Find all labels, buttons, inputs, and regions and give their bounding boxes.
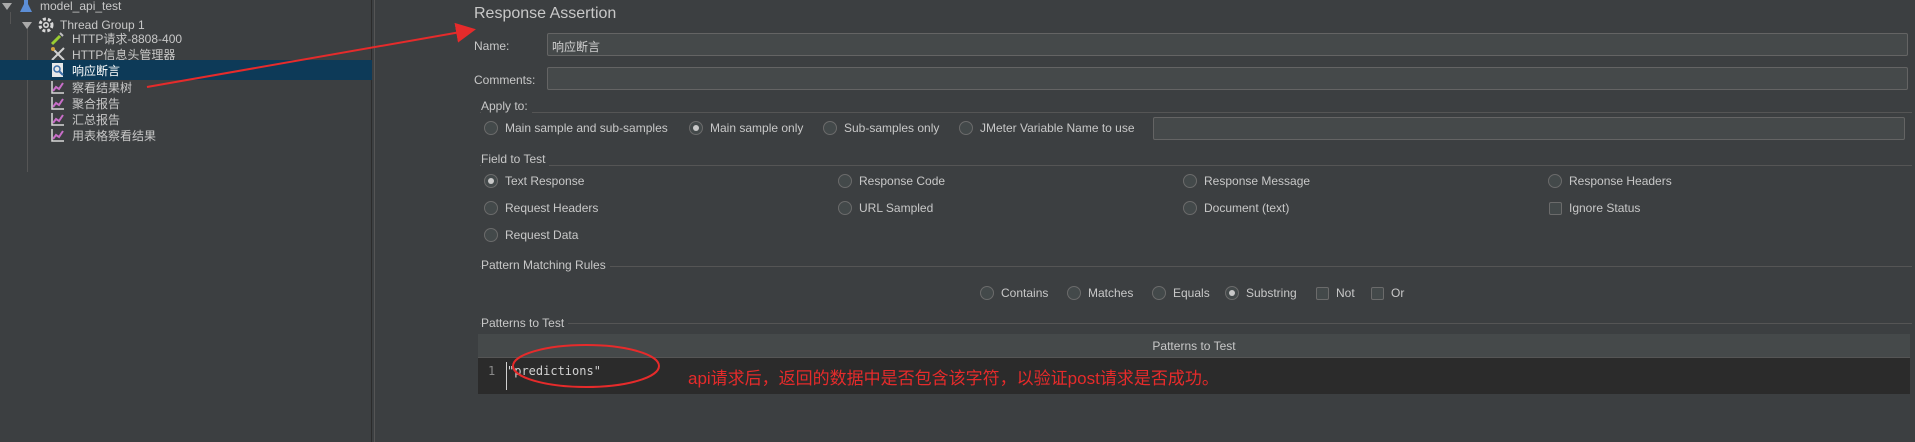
tree-item-model-api-test[interactable]: model_api_test <box>0 0 372 16</box>
page-title: Response Assertion <box>474 5 617 22</box>
pattern-rules-section <box>480 266 1912 267</box>
radio-contains[interactable]: Contains <box>980 286 1048 300</box>
tree-item-view-results-table[interactable]: 用表格察看结果 <box>0 125 372 145</box>
option-label: Substring <box>1246 286 1297 300</box>
name-label: Name: <box>474 39 510 53</box>
option-label: Request Data <box>505 228 579 242</box>
comments-field[interactable] <box>547 67 1908 90</box>
tree-item-label: model_api_test <box>40 0 122 13</box>
radio-button[interactable] <box>484 201 498 215</box>
pattern-rules-title: Pattern Matching Rules <box>481 258 610 272</box>
radio-button[interactable] <box>484 121 498 135</box>
radio-button[interactable] <box>484 228 498 242</box>
checkbox[interactable] <box>1371 286 1384 300</box>
option-label: Ignore Status <box>1569 201 1641 215</box>
radio-substring[interactable]: Substring <box>1225 286 1297 300</box>
ignore-status-checkbox[interactable]: Ignore Status <box>1549 201 1640 215</box>
patterns-title: Patterns to Test <box>481 316 569 330</box>
annotation-text: api请求后，返回的数据中是否包含该字符，以验证post请求是否成功。 <box>688 369 1219 388</box>
radio-request-headers[interactable]: Request Headers <box>484 201 598 215</box>
radio-request-data[interactable]: Request Data <box>484 228 578 242</box>
option-label: Main sample only <box>710 121 804 135</box>
radio-jmeter-variable[interactable]: JMeter Variable Name to use <box>959 121 1135 135</box>
radio-document-text[interactable]: Document (text) <box>1183 201 1289 215</box>
option-label: Response Code <box>859 174 946 188</box>
line-number: 1 <box>488 364 496 378</box>
or-checkbox[interactable]: Or <box>1371 286 1404 300</box>
radio-button[interactable] <box>484 174 498 188</box>
pattern-text[interactable]: "predictions" <box>507 364 601 378</box>
option-label: URL Sampled <box>859 201 934 215</box>
jmeter-variable-input[interactable] <box>1153 117 1905 140</box>
radio-sub-only[interactable]: Sub-samples only <box>823 121 939 135</box>
radio-button[interactable] <box>1183 174 1197 188</box>
checkbox[interactable] <box>1316 286 1329 300</box>
not-checkbox[interactable]: Not <box>1316 286 1355 300</box>
name-field[interactable]: 响应断言 <box>547 33 1908 56</box>
radio-equals[interactable]: Equals <box>1152 286 1210 300</box>
option-label: Document (text) <box>1204 201 1290 215</box>
radio-button[interactable] <box>838 201 852 215</box>
option-label: Contains <box>1001 286 1049 300</box>
option-label: Request Headers <box>505 201 599 215</box>
option-label: Sub-samples only <box>844 121 940 135</box>
graph-icon <box>50 127 66 143</box>
radio-button[interactable] <box>823 121 837 135</box>
field-to-test-title: Field to Test <box>481 152 550 166</box>
option-label: Not <box>1336 286 1355 300</box>
tree-item-label: 用表格察看结果 <box>72 128 157 143</box>
flask-icon <box>18 0 34 14</box>
apply-to-title: Apply to: <box>481 99 532 113</box>
tree-item-label: 响应断言 <box>72 63 121 78</box>
radio-response-code[interactable]: Response Code <box>838 174 945 188</box>
radio-button[interactable] <box>838 174 852 188</box>
radio-button[interactable] <box>689 121 703 135</box>
field-to-test-section <box>480 165 1912 166</box>
radio-text-response[interactable]: Text Response <box>484 174 584 188</box>
apply-to-section <box>480 112 1912 113</box>
radio-button[interactable] <box>1152 286 1166 300</box>
checkbox[interactable] <box>1549 201 1562 215</box>
radio-matches[interactable]: Matches <box>1067 286 1133 300</box>
radio-button[interactable] <box>1183 201 1197 215</box>
chevron-down-icon[interactable] <box>2 2 12 10</box>
radio-main-only[interactable]: Main sample only <box>689 121 803 135</box>
option-label: Main sample and sub-samples <box>505 121 668 135</box>
option-label: Or <box>1391 286 1405 300</box>
option-label: JMeter Variable Name to use <box>980 121 1135 135</box>
radio-button[interactable] <box>1067 286 1081 300</box>
assertion-icon <box>50 62 66 78</box>
radio-button[interactable] <box>959 121 973 135</box>
option-label: Matches <box>1088 286 1134 300</box>
radio-button[interactable] <box>1225 286 1239 300</box>
option-label: Response Headers <box>1569 174 1672 188</box>
test-plan-tree[interactable]: model_api_test Thread Group 1 HTTP请求-880… <box>0 0 372 442</box>
patterns-column-header[interactable]: Patterns to Test <box>478 334 1910 358</box>
radio-button[interactable] <box>1548 174 1562 188</box>
radio-main-and-sub[interactable]: Main sample and sub-samples <box>484 121 668 135</box>
radio-url-sampled[interactable]: URL Sampled <box>838 201 933 215</box>
radio-response-headers[interactable]: Response Headers <box>1548 174 1672 188</box>
comments-label: Comments: <box>474 73 536 87</box>
option-label: Equals <box>1173 286 1210 300</box>
option-label: Response Message <box>1204 174 1311 188</box>
patterns-section <box>480 323 1912 324</box>
radio-response-message[interactable]: Response Message <box>1183 174 1310 188</box>
radio-button[interactable] <box>980 286 994 300</box>
option-label: Text Response <box>505 174 585 188</box>
